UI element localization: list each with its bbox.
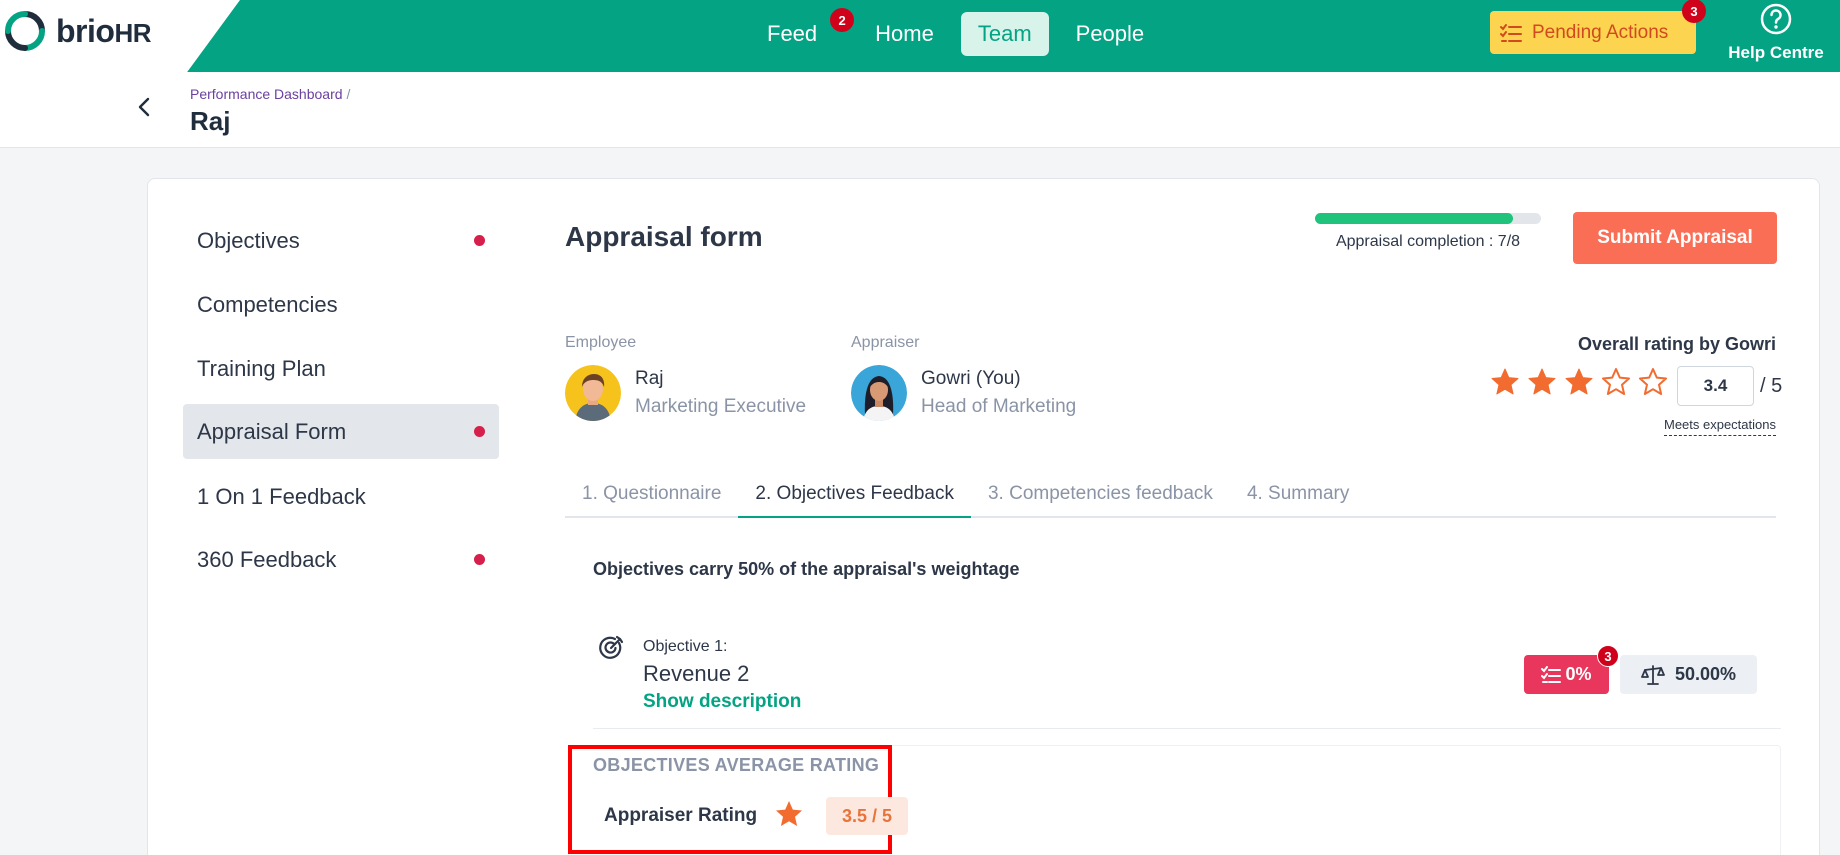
- appraiser-rating-value: 3.5 / 5: [826, 797, 908, 835]
- overall-rating-input[interactable]: [1677, 366, 1754, 406]
- checklist-icon: [1500, 23, 1522, 42]
- completion-label: Appraisal completion : 7/8: [1335, 233, 1521, 250]
- target-icon: [599, 635, 624, 659]
- breadcrumb-separator: /: [346, 86, 351, 102]
- objective-number: Objective 1:: [643, 638, 728, 655]
- page-title: Raj: [190, 106, 231, 136]
- overall-rating-label: Overall rating by Gowri: [1577, 334, 1776, 354]
- star-icon: [776, 801, 802, 826]
- appraisal-tabs: 1. Questionnaire 2. Objectives Feedback …: [565, 469, 1776, 518]
- appraiser-avatar: [851, 365, 907, 421]
- tab-summary[interactable]: 4. Summary: [1230, 469, 1366, 516]
- help-icon: [1760, 3, 1792, 35]
- submit-appraisal-button[interactable]: Submit Appraisal: [1573, 212, 1777, 264]
- employee-avatar: [565, 365, 621, 421]
- top-nav-bar: brioHR Feed 2 Home Team People Pending A…: [0, 0, 1840, 72]
- overall-rating-out-of: / 5: [1760, 375, 1783, 397]
- appraiser-name: Gowri (You): [921, 368, 1021, 389]
- objective-progress-badge[interactable]: 0% 3: [1524, 645, 1619, 694]
- objectives-weightage-note: Objectives carry 50% of the appraisal's …: [593, 559, 1020, 579]
- sidebar-item-360-feedback[interactable]: 360 Feedback: [183, 532, 499, 587]
- balance-scale-icon: [1641, 664, 1665, 685]
- breadcrumb-link-performance-dashboard[interactable]: Performance Dashboard: [190, 86, 343, 102]
- appraiser-label: Appraiser: [851, 334, 920, 351]
- breadcrumb: Performance Dashboard /: [190, 86, 350, 102]
- nav-people[interactable]: People: [1059, 12, 1162, 56]
- nav-team[interactable]: Team: [960, 12, 1049, 56]
- objective-weight-badge: 50.00%: [1620, 655, 1757, 694]
- show-description-link[interactable]: Show description: [643, 691, 801, 713]
- pending-actions-label: Pending Actions: [1532, 21, 1669, 43]
- help-centre-button[interactable]: Help Centre: [1726, 2, 1826, 63]
- sidebar-item-appraisal-form[interactable]: Appraisal Form: [183, 404, 499, 459]
- breadcrumb-bar: Performance Dashboard / Raj: [0, 72, 1840, 148]
- brand-logo[interactable]: brioHR: [2, 8, 151, 54]
- help-centre-label: Help Centre: [1728, 43, 1824, 62]
- objective-name: Revenue 2: [643, 661, 750, 686]
- star-empty-icon[interactable]: [1601, 367, 1631, 397]
- appraisal-form-alert-dot: [474, 426, 485, 437]
- 360-feedback-alert-dot: [474, 554, 485, 565]
- sidebar-item-competencies[interactable]: Competencies: [183, 277, 499, 332]
- tab-objectives-feedback[interactable]: 2. Objectives Feedback: [738, 469, 971, 518]
- back-arrow-icon[interactable]: [134, 96, 156, 118]
- form-title: Appraisal form: [565, 221, 763, 252]
- pending-actions-badge: 3: [1682, 0, 1706, 23]
- feed-badge: 2: [830, 8, 855, 32]
- objective-weight-value: 50.00%: [1674, 664, 1737, 684]
- completion-progress-bar: [1315, 213, 1541, 224]
- star-filled-icon[interactable]: [1564, 367, 1594, 397]
- objective-divider: [593, 728, 1781, 729]
- star-filled-icon[interactable]: [1527, 367, 1557, 397]
- sidebar-item-training-plan[interactable]: Training Plan: [183, 341, 499, 396]
- nav-feed[interactable]: Feed 2: [750, 8, 855, 56]
- completion-progress-fill: [1315, 213, 1513, 224]
- sidebar-item-objectives[interactable]: Objectives: [183, 213, 499, 268]
- brand-name: brioHR: [56, 12, 151, 49]
- appraiser-avatar-icon: [851, 365, 907, 421]
- checklist-icon: [1541, 665, 1562, 683]
- logo-area: brioHR: [0, 0, 240, 72]
- pending-actions-button[interactable]: Pending Actions 3: [1490, 0, 1706, 54]
- star-filled-icon[interactable]: [1490, 367, 1520, 397]
- main-nav: Feed 2 Home Team People: [750, 8, 1171, 56]
- objective-progress-count-badge: 3: [1597, 645, 1619, 667]
- employee-role: Marketing Executive: [635, 396, 807, 417]
- star-empty-icon[interactable]: [1638, 367, 1668, 397]
- overall-rating-stars: [1490, 367, 1675, 397]
- rating-descriptor: Meets expectations: [1548, 417, 1776, 436]
- tab-questionnaire[interactable]: 1. Questionnaire: [565, 469, 738, 516]
- employee-label: Employee: [565, 334, 637, 351]
- appraiser-rating-label: Appraiser Rating: [604, 805, 758, 826]
- brio-logo-icon: [5, 11, 45, 51]
- employee-avatar-icon: [565, 365, 621, 421]
- nav-home[interactable]: Home: [858, 12, 951, 56]
- tab-competencies-feedback[interactable]: 3. Competencies feedback: [971, 469, 1230, 516]
- appraisal-card: Objectives Competencies Training Plan Ap…: [147, 178, 1820, 855]
- objectives-alert-dot: [474, 235, 485, 246]
- appraiser-role: Head of Marketing: [921, 396, 1077, 417]
- objective-progress-value: 0%: [1565, 664, 1592, 684]
- employee-name: Raj: [635, 368, 664, 389]
- sidebar-item-1-on-1-feedback[interactable]: 1 On 1 Feedback: [183, 469, 499, 524]
- objectives-average-title: OBJECTIVES AVERAGE RATING: [593, 755, 880, 775]
